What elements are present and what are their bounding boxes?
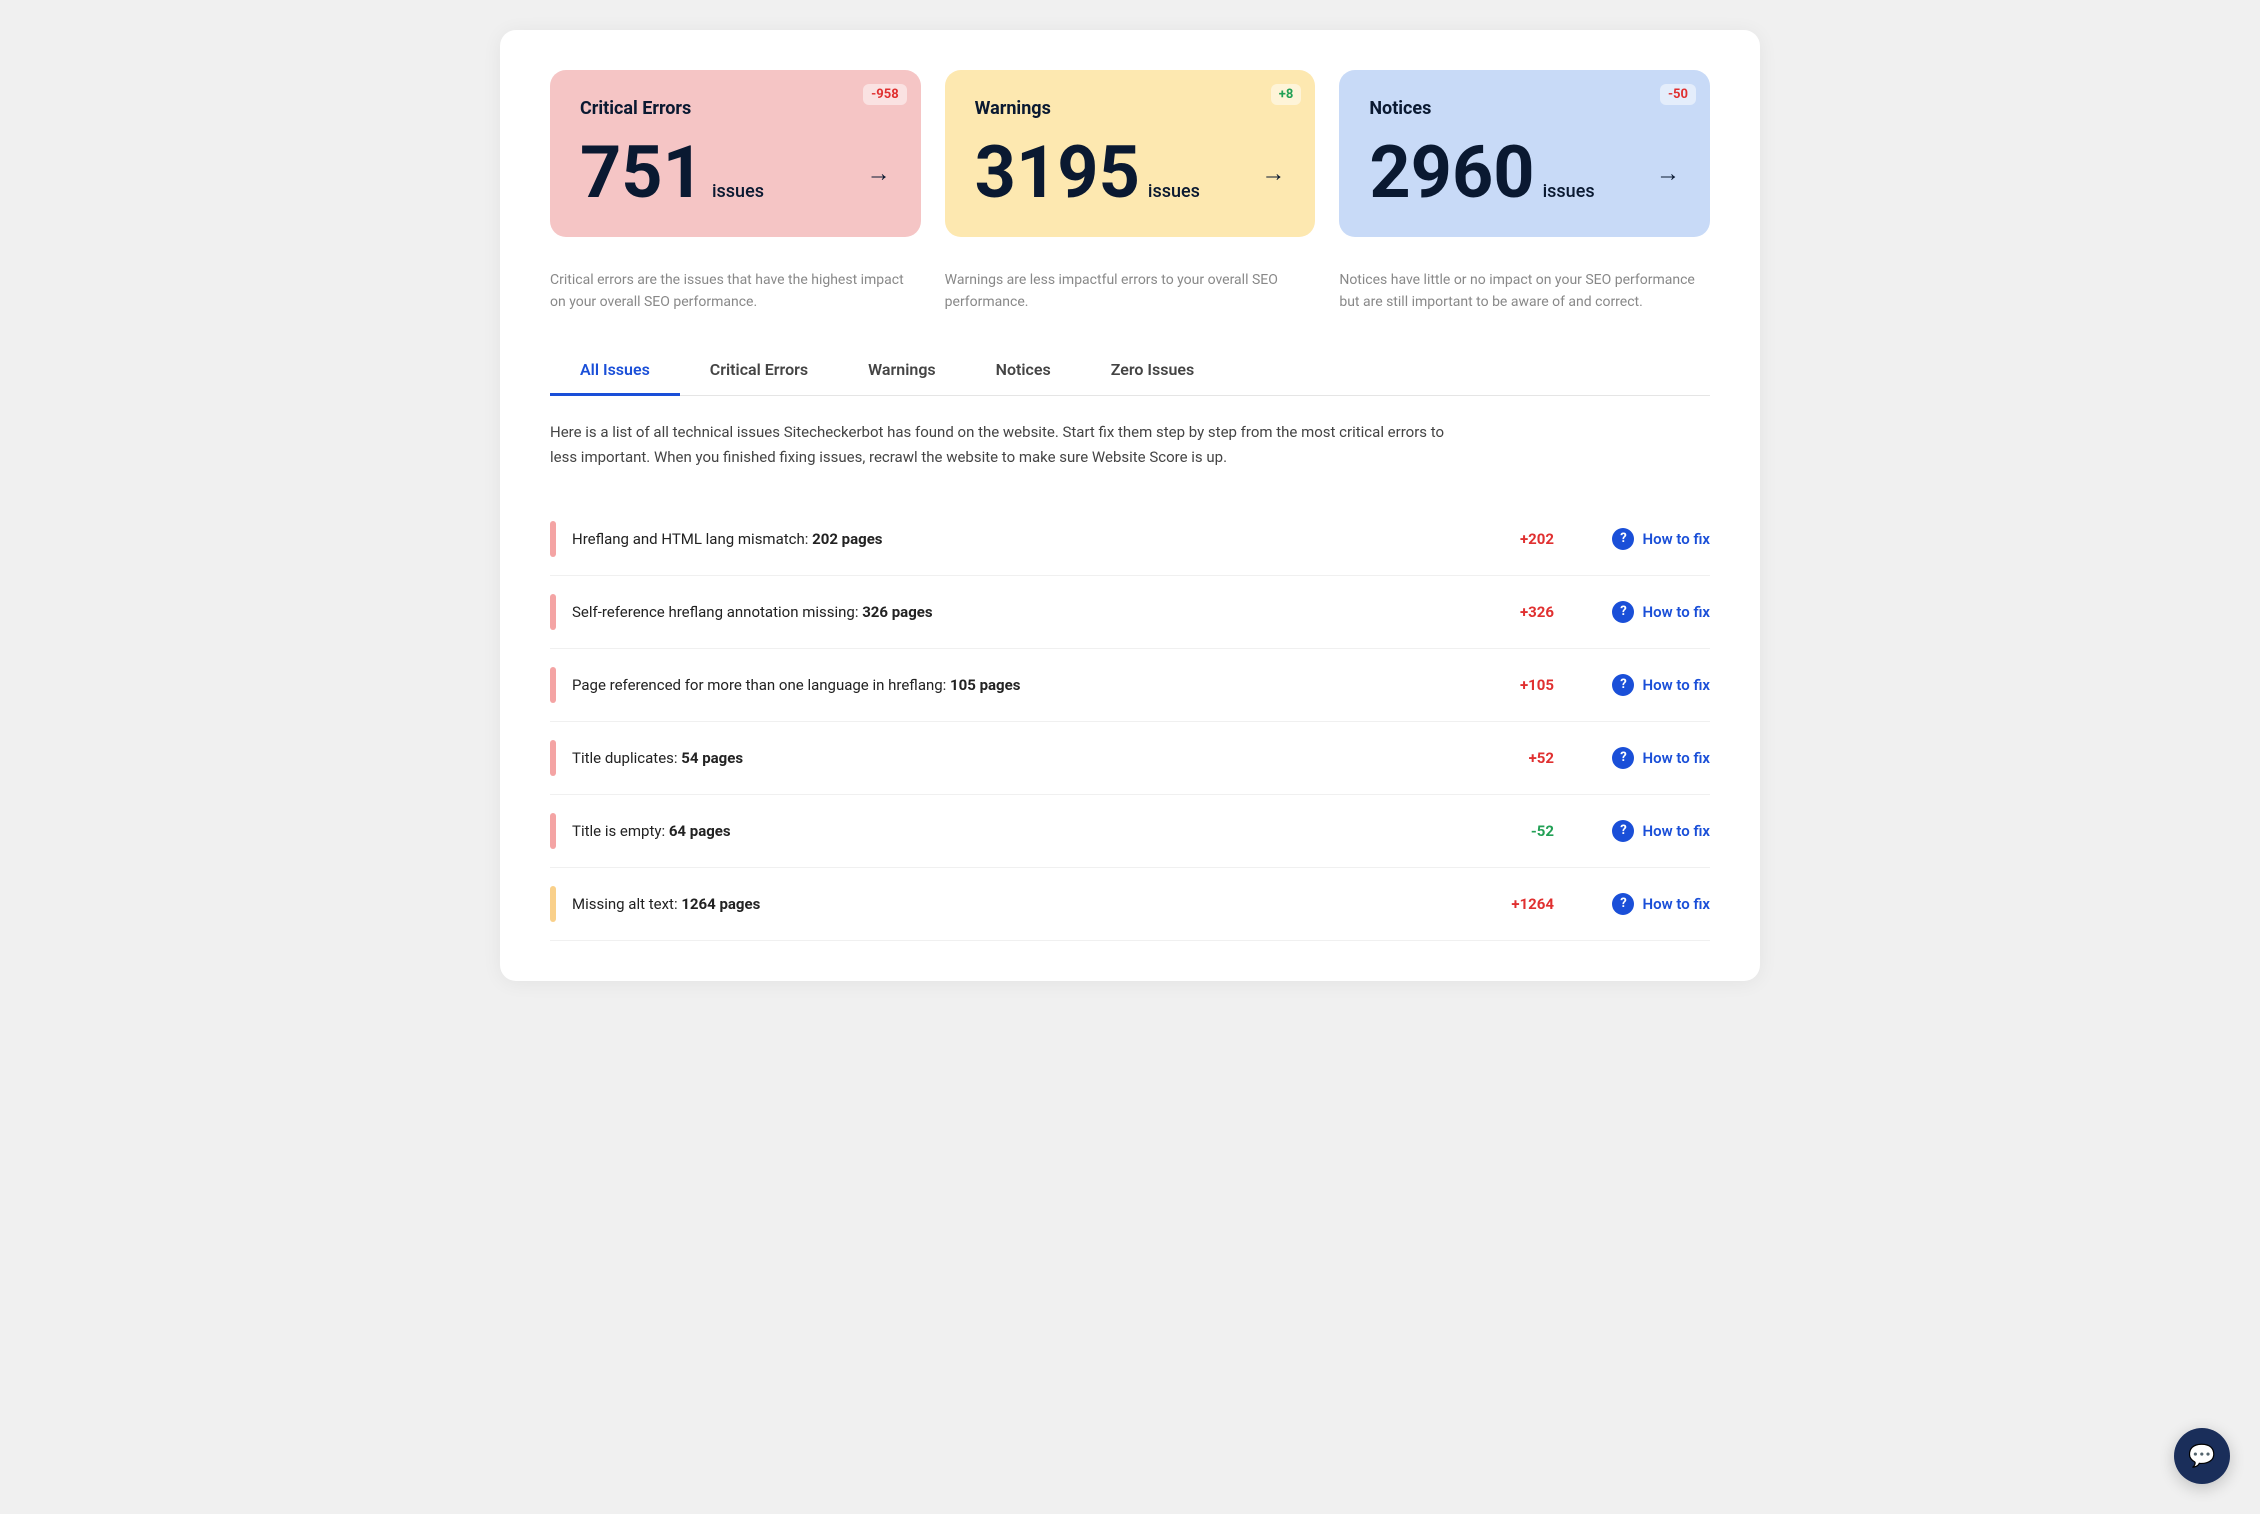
- how-to-fix-4[interactable]: ? How to fix: [1570, 747, 1710, 769]
- card-count-critical: 751 issues: [580, 137, 764, 209]
- summary-card-critical[interactable]: -958 Critical Errors 751 issues →: [550, 70, 921, 237]
- issue-text-4: Title duplicates: 54 pages: [572, 749, 1468, 767]
- tabs-row: All IssuesCritical ErrorsWarningsNotices…: [550, 346, 1710, 396]
- card-count-row-warnings: 3195 issues →: [975, 137, 1286, 209]
- issues-description: Here is a list of all technical issues S…: [550, 420, 1450, 471]
- issue-text-1: Hreflang and HTML lang mismatch: 202 pag…: [572, 530, 1468, 548]
- chat-icon: 💬: [2188, 1444, 2215, 1469]
- summary-desc-notices: Notices have little or no impact on your…: [1339, 269, 1710, 314]
- how-to-fix-2[interactable]: ? How to fix: [1570, 601, 1710, 623]
- card-count-warnings: 3195 issues: [975, 137, 1200, 209]
- count-label-warnings: issues: [1148, 181, 1200, 202]
- issue-row-3: Page referenced for more than one langua…: [550, 649, 1710, 722]
- summary-desc-warnings: Warnings are less impactful errors to yo…: [945, 269, 1316, 314]
- card-title-critical: Critical Errors: [580, 98, 891, 119]
- tab-warnings[interactable]: Warnings: [838, 346, 966, 396]
- issue-count-5: -52: [1484, 822, 1554, 840]
- tab-notices[interactable]: Notices: [966, 346, 1081, 396]
- issue-count-1: +202: [1484, 530, 1554, 548]
- how-to-fix-label-2: How to fix: [1642, 603, 1710, 621]
- issue-indicator-4: [550, 740, 556, 776]
- tab-zero[interactable]: Zero Issues: [1081, 346, 1225, 396]
- issues-list: Hreflang and HTML lang mismatch: 202 pag…: [550, 503, 1710, 941]
- issue-indicator-3: [550, 667, 556, 703]
- issue-indicator-5: [550, 813, 556, 849]
- issue-row-5: Title is empty: 64 pages -52 ? How to fi…: [550, 795, 1710, 868]
- how-to-fix-6[interactable]: ? How to fix: [1570, 893, 1710, 915]
- how-to-fix-1[interactable]: ? How to fix: [1570, 528, 1710, 550]
- issue-text-5: Title is empty: 64 pages: [572, 822, 1468, 840]
- issue-text-3: Page referenced for more than one langua…: [572, 676, 1468, 694]
- page-container: -958 Critical Errors 751 issues → +8 War…: [500, 30, 1760, 981]
- issue-indicator-1: [550, 521, 556, 557]
- help-icon-4: ?: [1612, 747, 1634, 769]
- issue-row-4: Title duplicates: 54 pages +52 ? How to …: [550, 722, 1710, 795]
- help-icon-5: ?: [1612, 820, 1634, 842]
- card-count-row-notices: 2960 issues →: [1369, 137, 1680, 209]
- count-number-notices: 2960: [1369, 137, 1534, 209]
- card-arrow-warnings: →: [1261, 159, 1285, 188]
- issue-row-2: Self-reference hreflang annotation missi…: [550, 576, 1710, 649]
- card-badge-warnings: +8: [1271, 84, 1302, 105]
- count-number-warnings: 3195: [975, 137, 1140, 209]
- tab-all[interactable]: All Issues: [550, 346, 680, 396]
- card-arrow-critical: →: [867, 159, 891, 188]
- issue-count-3: +105: [1484, 676, 1554, 694]
- summary-card-warnings[interactable]: +8 Warnings 3195 issues →: [945, 70, 1316, 237]
- how-to-fix-label-4: How to fix: [1642, 749, 1710, 767]
- card-count-notices: 2960 issues: [1369, 137, 1594, 209]
- how-to-fix-5[interactable]: ? How to fix: [1570, 820, 1710, 842]
- issue-text-6: Missing alt text: 1264 pages: [572, 895, 1468, 913]
- help-icon-6: ?: [1612, 893, 1634, 915]
- how-to-fix-label-5: How to fix: [1642, 822, 1710, 840]
- issue-count-2: +326: [1484, 603, 1554, 621]
- help-icon-3: ?: [1612, 674, 1634, 696]
- issue-indicator-6: [550, 886, 556, 922]
- help-icon-1: ?: [1612, 528, 1634, 550]
- summary-desc-critical: Critical errors are the issues that have…: [550, 269, 921, 314]
- issue-indicator-2: [550, 594, 556, 630]
- issue-count-6: +1264: [1484, 895, 1554, 913]
- help-icon-2: ?: [1612, 601, 1634, 623]
- card-title-warnings: Warnings: [975, 98, 1286, 119]
- count-number-critical: 751: [580, 137, 704, 209]
- how-to-fix-3[interactable]: ? How to fix: [1570, 674, 1710, 696]
- card-title-notices: Notices: [1369, 98, 1680, 119]
- summary-card-notices[interactable]: -50 Notices 2960 issues →: [1339, 70, 1710, 237]
- card-count-row-critical: 751 issues →: [580, 137, 891, 209]
- card-arrow-notices: →: [1656, 159, 1680, 188]
- tab-critical[interactable]: Critical Errors: [680, 346, 838, 396]
- summary-cards: -958 Critical Errors 751 issues → +8 War…: [550, 70, 1710, 237]
- how-to-fix-label-6: How to fix: [1642, 895, 1710, 913]
- how-to-fix-label-3: How to fix: [1642, 676, 1710, 694]
- card-badge-critical: -958: [863, 84, 907, 105]
- issue-text-2: Self-reference hreflang annotation missi…: [572, 603, 1468, 621]
- count-label-critical: issues: [712, 181, 764, 202]
- issue-row-6: Missing alt text: 1264 pages +1264 ? How…: [550, 868, 1710, 941]
- summary-descriptions: Critical errors are the issues that have…: [550, 269, 1710, 314]
- count-label-notices: issues: [1543, 181, 1595, 202]
- chat-button[interactable]: 💬: [2174, 1428, 2230, 1484]
- issue-count-4: +52: [1484, 749, 1554, 767]
- issue-row-1: Hreflang and HTML lang mismatch: 202 pag…: [550, 503, 1710, 576]
- how-to-fix-label-1: How to fix: [1642, 530, 1710, 548]
- card-badge-notices: -50: [1660, 84, 1696, 105]
